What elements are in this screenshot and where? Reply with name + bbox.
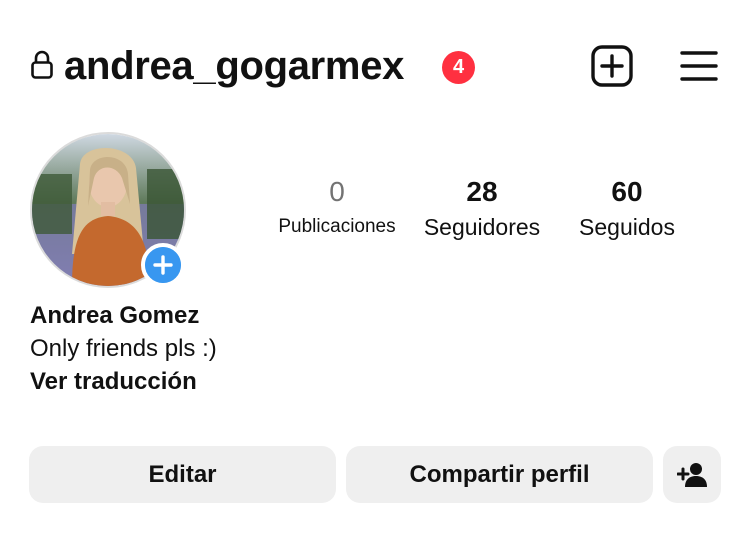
stat-posts-count: 0 (329, 176, 345, 207)
share-profile-button[interactable]: Compartir perfil (346, 446, 653, 503)
profile-bio-text: Only friends pls :) (30, 335, 217, 362)
stat-following-count: 60 (611, 176, 643, 207)
edit-profile-button[interactable]: Editar (29, 446, 336, 503)
stat-followers-label: Seguidores (423, 214, 541, 240)
profile-header: andrea_gogarmex 4 (0, 0, 750, 130)
lock-icon (31, 50, 53, 79)
hamburger-menu-icon[interactable] (680, 50, 718, 82)
stat-posts-label: Publicaciones (278, 216, 396, 237)
notification-badge[interactable]: 4 (442, 51, 475, 84)
add-person-icon (677, 463, 707, 487)
stat-following-label: Seguidos (579, 214, 675, 240)
stat-following[interactable]: 60 Seguidos (566, 172, 688, 242)
profile-bio: Andrea Gomez Only friends pls :) Ver tra… (30, 300, 217, 398)
plus-square-icon[interactable] (591, 45, 633, 87)
discover-people-button[interactable] (663, 446, 721, 503)
stat-followers[interactable]: 28 Seguidores (414, 172, 550, 242)
profile-stats: 0 Publicaciones 28 Seguidores 60 Seguido… (0, 172, 750, 252)
stat-followers-count: 28 (466, 176, 498, 207)
profile-display-name: Andrea Gomez (30, 302, 200, 329)
stat-posts[interactable]: 0 Publicaciones (271, 172, 403, 242)
profile-username[interactable]: andrea_gogarmex (64, 40, 404, 92)
see-translation-link[interactable]: Ver traducción (30, 366, 217, 398)
